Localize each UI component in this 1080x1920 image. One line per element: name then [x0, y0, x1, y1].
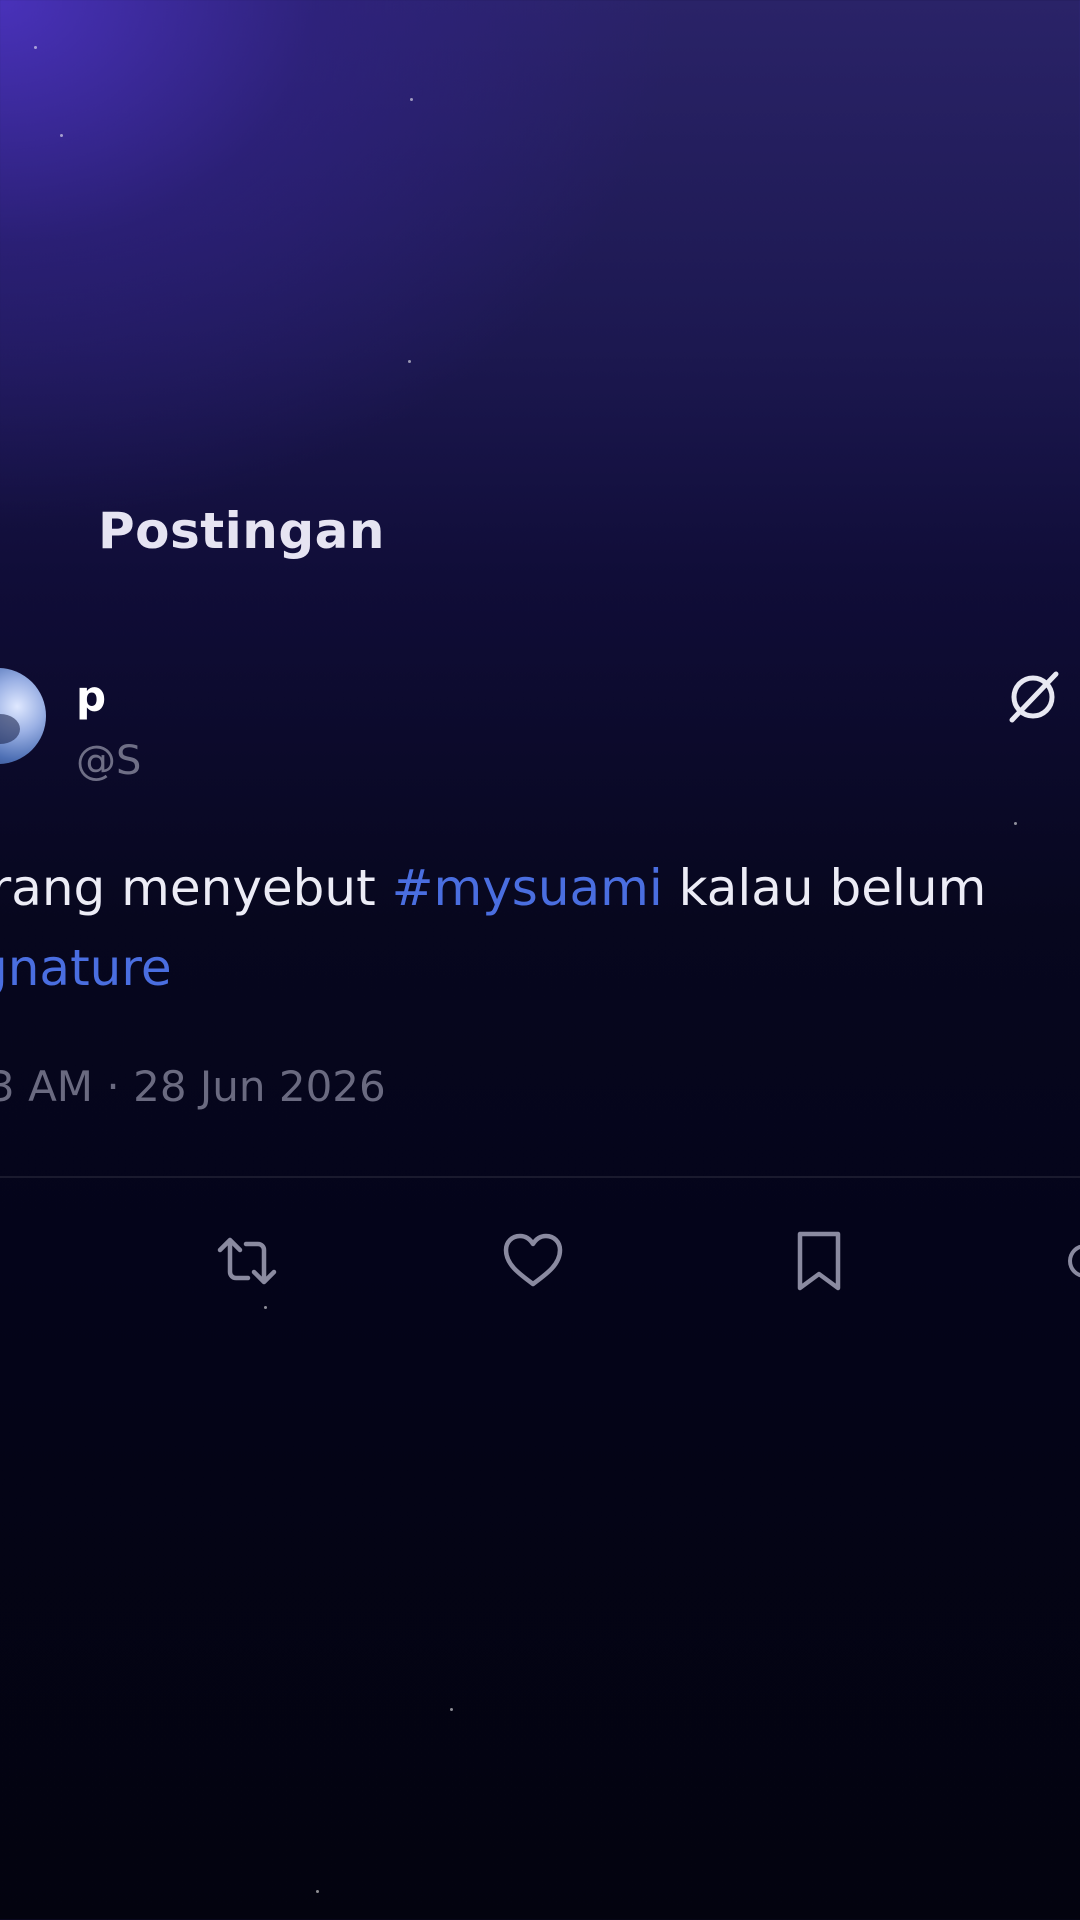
bookmark-button[interactable] — [784, 1226, 854, 1296]
post-timestamp[interactable]: 3 AM · 28 Jun 2026 — [0, 1062, 386, 1111]
avatar[interactable] — [0, 668, 46, 764]
page-title: Postingan — [98, 502, 386, 560]
post-text: arang menyebut #mysuami kalau belum — [0, 848, 1060, 928]
repost-button[interactable] — [212, 1226, 282, 1296]
like-button[interactable] — [498, 1226, 568, 1296]
post-text-part2: kalau belum — [662, 859, 987, 917]
repost-icon — [217, 1237, 277, 1285]
grok-icon[interactable] — [1006, 670, 1060, 724]
bookmark-icon — [797, 1231, 841, 1291]
hashtag-link[interactable]: #mysuami — [392, 859, 663, 917]
user-handle[interactable]: @S — [76, 738, 141, 784]
share-icon[interactable] — [1068, 1244, 1080, 1278]
post-text-part1: arang menyebut — [0, 859, 392, 917]
divider — [0, 1176, 1080, 1178]
like-icon — [503, 1233, 563, 1287]
display-name[interactable]: p — [76, 672, 106, 721]
hashtag-link-continued[interactable]: gnature — [0, 928, 172, 1008]
